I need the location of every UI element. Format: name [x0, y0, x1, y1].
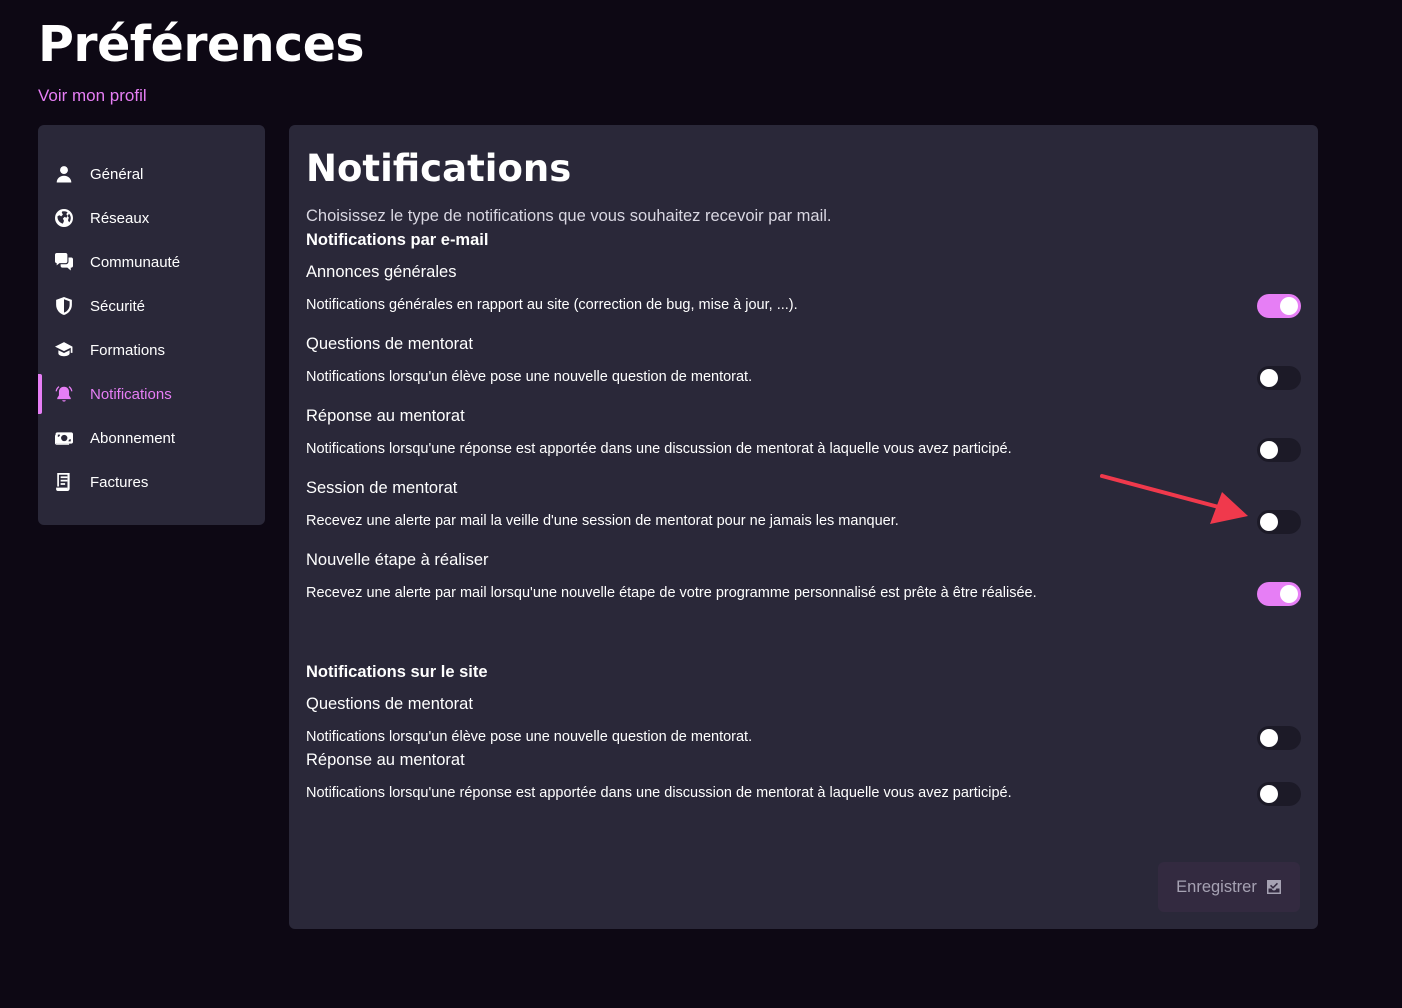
annotation-arrow [1100, 474, 1248, 524]
toggle-knob [1260, 785, 1278, 803]
sidebar-item-general[interactable]: Général [38, 152, 265, 196]
sidebar-item-security[interactable]: Sécurité [38, 284, 265, 328]
toggle-site-mentoring-replies[interactable] [1257, 782, 1301, 806]
setting-title: Session de mentorat [306, 479, 458, 497]
setting-description: Recevez une alerte par mail la veille d'… [306, 513, 899, 529]
toggle-knob [1260, 369, 1278, 387]
sidebar-item-label: Abonnement [90, 429, 176, 447]
sidebar-item-label: Général [90, 165, 144, 183]
sidebar-item-trainings[interactable]: Formations [38, 328, 265, 372]
sidebar-item-notifications[interactable]: Notifications [38, 372, 265, 416]
setting-title: Nouvelle étape à réaliser [306, 551, 489, 569]
sidebar-item-label: Sécurité [90, 297, 146, 315]
toggle-knob [1280, 585, 1298, 603]
setting-title: Questions de mentorat [306, 335, 473, 353]
setting-description: Notifications lorsqu'un élève pose une n… [306, 729, 753, 745]
panel-description: Choisissez le type de notifications que … [306, 207, 832, 225]
toggle-knob [1260, 441, 1278, 459]
toggle-knob [1260, 729, 1278, 747]
toggle-mentoring-session[interactable] [1257, 510, 1301, 534]
chat-icon [54, 252, 74, 272]
setting-title: Questions de mentorat [306, 695, 473, 713]
setting-description: Recevez une alerte par mail lorsqu'une n… [306, 585, 1037, 601]
globe-icon [54, 208, 74, 228]
setting-description: Notifications lorsqu'un élève pose une n… [306, 369, 753, 385]
sidebar: Général Réseaux Communauté Sécurité Form… [38, 125, 265, 525]
page-title: Préférences [38, 16, 365, 73]
sidebar-item-label: Réseaux [90, 209, 150, 227]
sidebar-item-invoices[interactable]: Factures [38, 460, 265, 504]
setting-description: Notifications lorsqu'une réponse est app… [306, 785, 1012, 801]
setting-description: Notifications lorsqu'une réponse est app… [306, 441, 1012, 457]
sidebar-item-networks[interactable]: Réseaux [38, 196, 265, 240]
email-section-title: Notifications par e-mail [306, 231, 489, 249]
sidebar-item-community[interactable]: Communauté [38, 240, 265, 284]
receipt-icon [54, 472, 74, 492]
user-icon [54, 164, 74, 184]
save-button[interactable]: Enregistrer [1158, 862, 1300, 912]
graduation-cap-icon [54, 340, 74, 360]
sidebar-item-label: Factures [90, 473, 149, 491]
setting-title: Réponse au mentorat [306, 751, 465, 769]
toggle-knob [1260, 513, 1278, 531]
money-icon [54, 428, 74, 448]
toggle-mentoring-questions[interactable] [1257, 366, 1301, 390]
setting-title: Annonces générales [306, 263, 457, 281]
site-section-title: Notifications sur le site [306, 663, 488, 681]
toggle-site-mentoring-questions[interactable] [1257, 726, 1301, 750]
sidebar-item-label: Communauté [90, 253, 181, 271]
sidebar-item-label: Notifications [90, 385, 172, 403]
bell-icon [54, 384, 74, 404]
sidebar-item-subscription[interactable]: Abonnement [38, 416, 265, 460]
view-profile-link[interactable]: Voir mon profil [38, 86, 147, 106]
panel-title: Notifications [306, 147, 572, 190]
setting-description: Notifications générales en rapport au si… [306, 297, 798, 313]
setting-title: Réponse au mentorat [306, 407, 465, 425]
toggle-knob [1280, 297, 1298, 315]
toggle-mentoring-replies[interactable] [1257, 438, 1301, 462]
toggle-new-step[interactable] [1257, 582, 1301, 606]
save-button-label: Enregistrer [1176, 877, 1257, 896]
toggle-general-announcements[interactable] [1257, 294, 1301, 318]
sidebar-item-label: Formations [90, 341, 166, 359]
shield-icon [54, 296, 74, 316]
save-icon [1266, 879, 1282, 895]
